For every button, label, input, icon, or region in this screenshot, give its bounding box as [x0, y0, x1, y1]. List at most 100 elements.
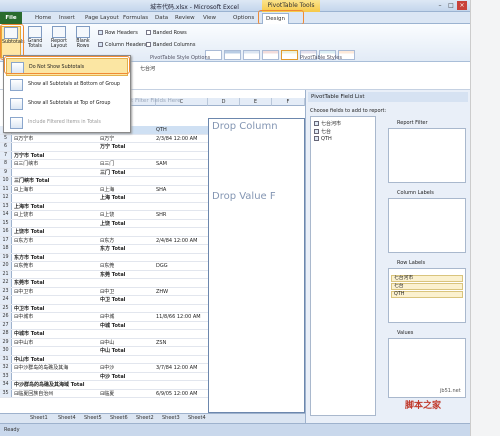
menu-item-highlight	[4, 56, 130, 74]
cell: 2/4/84 12:00 AM	[156, 237, 198, 244]
cell: ⊟东方市	[14, 237, 34, 244]
menu-item-subtotals-top[interactable]: Show all Subtotals at Top of Group	[6, 95, 128, 113]
sheet-tab[interactable]: Sheet4	[188, 415, 206, 421]
cell: 中山市 Total	[14, 356, 45, 363]
sheet-tab[interactable]: Sheet3	[162, 415, 180, 421]
row-number: 28	[0, 330, 12, 338]
row-number: 16	[0, 228, 12, 236]
report-layout-icon	[52, 26, 66, 38]
row-number: 10	[0, 177, 12, 185]
checkbox-icon	[314, 129, 319, 134]
pane-title: PivotTable Field List	[308, 92, 468, 102]
row-field-chip[interactable]: QTH	[391, 291, 463, 298]
row-number: 11	[0, 185, 12, 193]
column-header-f[interactable]: F	[272, 98, 305, 106]
column-header-e[interactable]: E	[240, 98, 272, 106]
field-item[interactable]: 七台	[314, 128, 331, 135]
report-layout-button[interactable]: Report Layout	[49, 26, 69, 58]
report-filter-area[interactable]: Report Filter	[388, 120, 466, 183]
row-field-chip[interactable]: 七台	[391, 283, 463, 290]
row-number: 7	[0, 151, 12, 159]
cell: ⊟中城	[100, 314, 115, 320]
row-headers-checkbox[interactable]: Row Headers	[98, 30, 138, 36]
cell: ⊟东莞市	[14, 263, 34, 269]
cell: 东方 Total	[100, 246, 126, 252]
cell: 上饶 Total	[100, 220, 126, 227]
tab-insert[interactable]: Insert	[56, 13, 78, 24]
maximize-button[interactable]: □	[446, 1, 456, 10]
pivot-style-swatch[interactable]	[262, 50, 279, 60]
sheet-tab[interactable]: Sheet6	[110, 415, 128, 421]
cell: ⊟三门峡市	[14, 161, 39, 167]
sheet-tab[interactable]: Sheet4	[58, 415, 76, 421]
blank-rows-icon	[76, 26, 90, 38]
cell: ZHW	[156, 288, 169, 295]
tab-data[interactable]: Data	[152, 13, 171, 24]
grand-totals-button[interactable]: Grand Totals	[25, 26, 45, 58]
row-number: 21	[0, 270, 12, 278]
tab-page-layout[interactable]: Page Layout	[82, 13, 122, 24]
tab-options[interactable]: Options	[230, 13, 257, 24]
tab-home[interactable]: Home	[32, 13, 54, 24]
banded-rows-checkbox[interactable]: Banded Rows	[146, 30, 187, 36]
pivot-style-swatch[interactable]	[224, 50, 241, 60]
cell: 中城市 Total	[14, 331, 45, 337]
cell: 6/9/05 12:00 AM	[156, 390, 198, 397]
cell: 11/8/66 12:00 AM	[156, 314, 201, 320]
row-number: 24	[0, 296, 12, 304]
row-labels-area[interactable]: Row Labels 七台河市 七台 QTH	[388, 260, 466, 323]
blank-rows-button[interactable]: Blank Rows	[73, 26, 93, 58]
row-number: 22	[0, 279, 12, 287]
tab-formulas[interactable]: Formulas	[120, 13, 151, 24]
row-number: 18	[0, 245, 12, 253]
row-number: 25	[0, 304, 12, 312]
drop-column-hint: Drop Column	[212, 121, 278, 132]
row-field-chip[interactable]: 七台河市	[391, 275, 463, 282]
cell: 东莞 Total	[100, 271, 126, 278]
row-number: 30	[0, 347, 12, 355]
minimize-button[interactable]: –	[435, 1, 445, 10]
cell: ⊟中城市	[14, 314, 34, 320]
column-headers-checkbox[interactable]: Column Headers	[98, 42, 147, 48]
cell: 中卫市 Total	[14, 305, 45, 312]
sheet-tab[interactable]: Sheet1	[30, 415, 48, 421]
drop-zone[interactable]: Drop Column Drop Value F	[208, 118, 305, 413]
drop-value-hint: Drop Value F	[212, 191, 276, 202]
tab-view[interactable]: View	[200, 13, 219, 24]
column-header-d[interactable]: D	[208, 98, 240, 106]
menu-item-include-filtered[interactable]: Include Filtered Items in Totals	[6, 114, 128, 132]
field-item[interactable]: QTH	[314, 136, 332, 142]
checkbox-icon	[146, 42, 151, 47]
tab-review[interactable]: Review	[172, 13, 198, 24]
menu-item-subtotals-bottom[interactable]: Show all Subtotals at Bottom of Group	[6, 76, 128, 94]
cell: ⊟上饶市	[14, 212, 34, 218]
status-text: Ready	[4, 427, 20, 433]
row-number: 20	[0, 262, 12, 270]
cell: SHR	[156, 212, 167, 218]
row-number: 23	[0, 287, 12, 295]
row-number: 29	[0, 338, 12, 346]
cell: SAM	[156, 161, 168, 167]
cell: 上饶市 Total	[14, 229, 45, 235]
tab-file[interactable]: File	[0, 12, 22, 24]
column-labels-area[interactable]: Column Labels	[388, 190, 466, 253]
sheet-tab[interactable]: Sheet2	[136, 415, 154, 421]
pivot-style-swatch[interactable]	[243, 50, 260, 60]
cell: 三门 Total	[100, 169, 126, 176]
close-button[interactable]: ×	[457, 1, 467, 10]
cell: ⊟中山	[100, 339, 115, 346]
sheet-tab[interactable]: Sheet5	[84, 415, 102, 421]
status-bar: Ready	[0, 423, 470, 436]
pivot-style-swatch[interactable]	[281, 50, 298, 60]
row-number: 15	[0, 219, 12, 227]
row-number: 6	[0, 143, 12, 151]
grand-totals-icon	[28, 26, 42, 38]
cell: 中沙 Total	[100, 373, 126, 380]
subtotals-top-icon	[10, 98, 23, 110]
banded-columns-checkbox[interactable]: Banded Columns	[146, 42, 195, 48]
field-item[interactable]: 七台河市	[314, 120, 341, 127]
cell: 上海 Total	[100, 195, 126, 201]
cell: 万宁市 Total	[14, 152, 45, 159]
side-panel	[470, 0, 500, 436]
formula-value: 七台河	[140, 66, 156, 72]
